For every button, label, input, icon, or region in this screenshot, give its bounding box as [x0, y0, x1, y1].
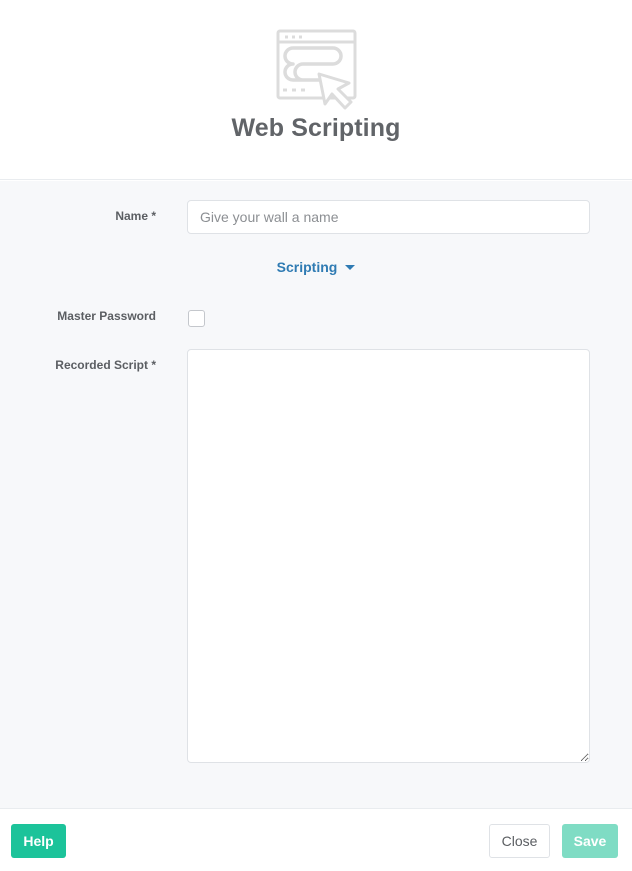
recorded-script-textarea[interactable] [187, 349, 590, 763]
master-password-checkbox[interactable] [188, 310, 205, 327]
dialog-title: Web Scripting [231, 114, 401, 142]
web-scripting-icon [276, 29, 357, 110]
scripting-section-toggle[interactable]: Scripting [0, 259, 632, 277]
scripting-section-label: Scripting [276, 259, 338, 275]
help-button[interactable]: Help [11, 824, 66, 858]
master-password-label: Master Password [57, 309, 156, 323]
web-scripting-dialog: Web Scripting Name * Scripting Master Pa… [0, 0, 632, 871]
name-input[interactable] [187, 200, 590, 234]
save-button[interactable]: Save [562, 824, 618, 858]
dialog-header: Web Scripting [0, 0, 632, 180]
name-label: Name * [115, 209, 156, 223]
recorded-script-label: Recorded Script * [55, 358, 156, 372]
caret-down-icon [345, 264, 356, 270]
form-body: Name * Scripting Master Password Recorde… [0, 181, 632, 808]
close-button[interactable]: Close [489, 824, 550, 858]
dialog-footer: Help Close Save [0, 808, 632, 871]
